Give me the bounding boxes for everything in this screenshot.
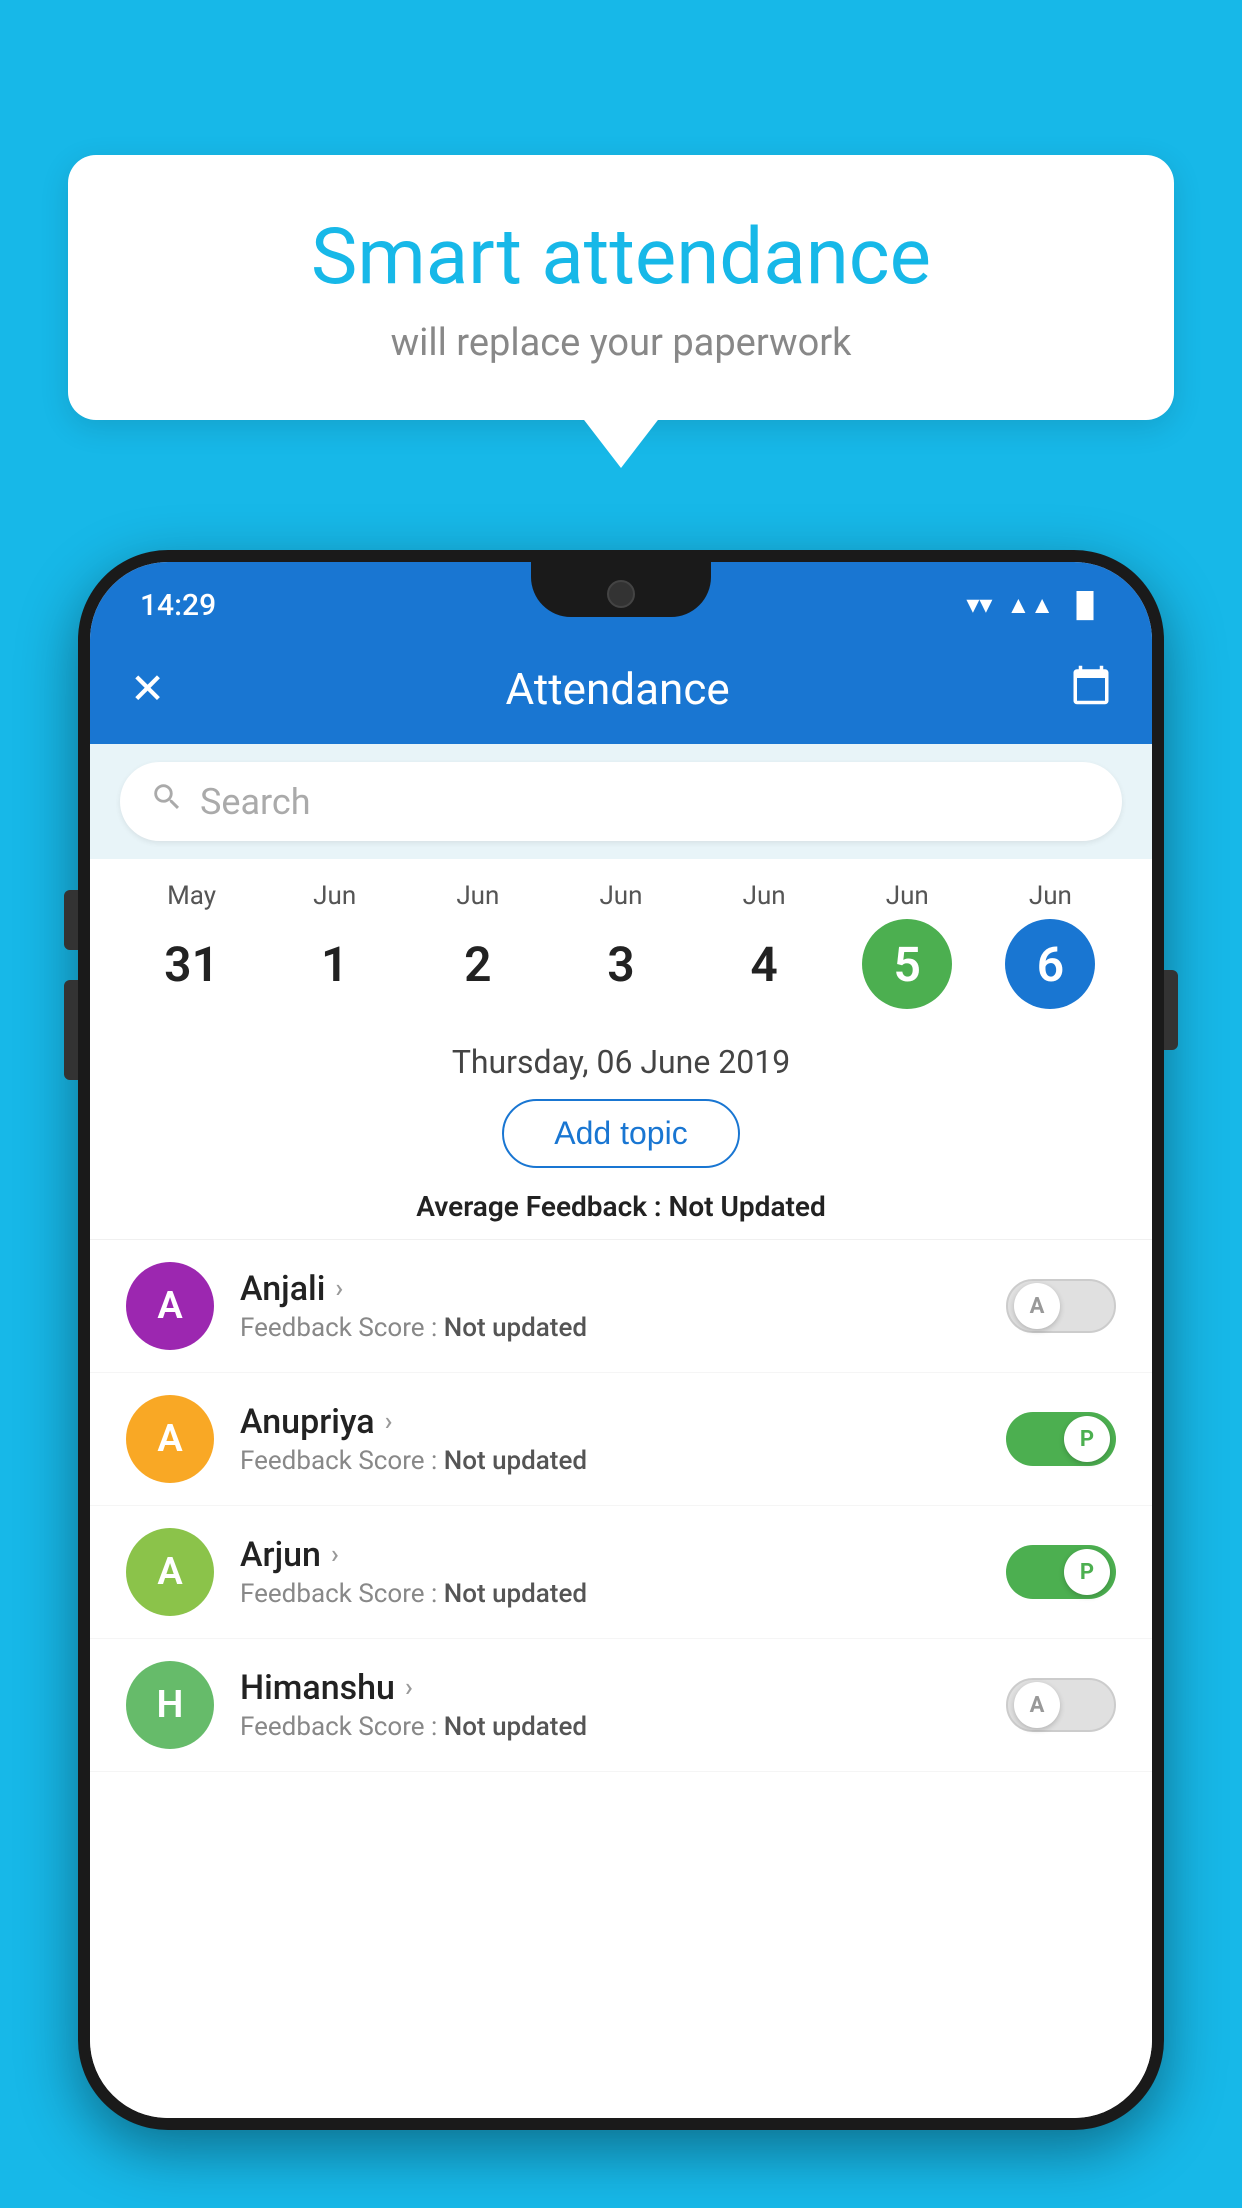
student-item[interactable]: A Arjun › Feedback Score : Not updated P <box>90 1506 1152 1639</box>
toggle-knob: A <box>1014 1283 1060 1329</box>
calendar-date-item[interactable]: Jun 1 <box>290 881 380 1009</box>
feedback-score: Feedback Score : Not updated <box>240 1446 980 1476</box>
toggle-knob: P <box>1064 1549 1110 1595</box>
power-button <box>1164 970 1178 1050</box>
bubble-subtitle: will replace your paperwork <box>118 321 1124 365</box>
month-label: Jun <box>886 881 929 911</box>
student-info: Anupriya › Feedback Score : Not updated <box>240 1402 980 1476</box>
search-container: Search <box>90 744 1152 859</box>
chevron-icon: › <box>335 1274 343 1304</box>
search-icon <box>150 780 184 823</box>
chevron-icon: › <box>405 1673 413 1703</box>
speech-bubble: Smart attendance will replace your paper… <box>68 155 1174 420</box>
attendance-toggle[interactable]: P <box>1006 1412 1116 1466</box>
day-number[interactable]: 3 <box>576 919 666 1009</box>
app-header: ✕ Attendance <box>90 634 1152 744</box>
avatar: H <box>126 1661 214 1749</box>
day-number[interactable]: 5 <box>862 919 952 1009</box>
wifi-icon: ▾▾ <box>966 590 992 620</box>
month-label: Jun <box>456 881 499 911</box>
feedback-score: Feedback Score : Not updated <box>240 1313 980 1343</box>
attendance-toggle[interactable]: P <box>1006 1545 1116 1599</box>
calendar-date-item[interactable]: May 31 <box>147 881 237 1009</box>
student-info: Anjali › Feedback Score : Not updated <box>240 1269 980 1343</box>
phone-notch <box>531 562 711 617</box>
feedback-score: Feedback Score : Not updated <box>240 1712 980 1742</box>
month-label: Jun <box>1029 881 1072 911</box>
day-number[interactable]: 31 <box>147 919 237 1009</box>
toggle-knob: P <box>1064 1416 1110 1462</box>
avatar: A <box>126 1262 214 1350</box>
day-number[interactable]: 2 <box>433 919 523 1009</box>
calendar-date-item[interactable]: Jun 3 <box>576 881 666 1009</box>
day-number[interactable]: 4 <box>719 919 809 1009</box>
status-time: 14:29 <box>140 588 216 623</box>
avatar: A <box>126 1395 214 1483</box>
avg-feedback: Average Feedback : Not Updated <box>120 1190 1122 1223</box>
add-topic-button[interactable]: Add topic <box>502 1099 739 1168</box>
avatar: A <box>126 1528 214 1616</box>
toggle-knob: A <box>1014 1682 1060 1728</box>
selected-date: Thursday, 06 June 2019 <box>120 1043 1122 1081</box>
status-icons: ▾▾ ▲▲ ▐▌ <box>966 590 1102 620</box>
volume-up-button <box>64 890 78 950</box>
chevron-icon: › <box>331 1540 339 1570</box>
month-label: Jun <box>743 881 786 911</box>
month-label: May <box>167 881 216 911</box>
student-name: Arjun › <box>240 1535 980 1575</box>
student-list: AAnjali ›Feedback Score : Not updatedAAA… <box>90 1240 1152 2118</box>
student-item[interactable]: A Anjali › Feedback Score : Not updated A <box>90 1240 1152 1373</box>
day-number[interactable]: 1 <box>290 919 380 1009</box>
chevron-icon: › <box>385 1407 393 1437</box>
calendar-strip: May 31 Jun 1 Jun 2 Jun 3 Jun 4 Jun 5 Jun 6 <box>90 859 1152 1019</box>
attendance-toggle[interactable]: A <box>1006 1279 1116 1333</box>
close-button[interactable]: ✕ <box>130 664 165 714</box>
student-name: Himanshu › <box>240 1668 980 1708</box>
calendar-date-item[interactable]: Jun 2 <box>433 881 523 1009</box>
phone-wrapper: 14:29 ▾▾ ▲▲ ▐▌ ✕ Attendance <box>78 550 1164 2208</box>
signal-icon: ▲▲ <box>1006 591 1054 620</box>
battery-icon: ▐▌ <box>1068 591 1102 620</box>
day-number[interactable]: 6 <box>1005 919 1095 1009</box>
student-name: Anupriya › <box>240 1402 980 1442</box>
student-item[interactable]: H Himanshu › Feedback Score : Not updated A <box>90 1639 1152 1772</box>
calendar-date-item[interactable]: Jun 6 <box>1005 881 1095 1009</box>
phone-screen: 14:29 ▾▾ ▲▲ ▐▌ ✕ Attendance <box>90 562 1152 2118</box>
student-name: Anjali › <box>240 1269 980 1309</box>
student-item[interactable]: A Anupriya › Feedback Score : Not updated P <box>90 1373 1152 1506</box>
student-info: Himanshu › Feedback Score : Not updated <box>240 1668 980 1742</box>
volume-down-button <box>64 980 78 1080</box>
calendar-icon[interactable] <box>1070 664 1112 715</box>
attendance-toggle[interactable]: A <box>1006 1678 1116 1732</box>
bubble-title: Smart attendance <box>118 215 1124 301</box>
search-input[interactable]: Search <box>200 781 311 823</box>
phone-frame: 14:29 ▾▾ ▲▲ ▐▌ ✕ Attendance <box>78 550 1164 2130</box>
student-info: Arjun › Feedback Score : Not updated <box>240 1535 980 1609</box>
header-title: Attendance <box>506 663 730 715</box>
month-label: Jun <box>313 881 356 911</box>
phone-camera <box>607 580 635 608</box>
calendar-date-item[interactable]: Jun 4 <box>719 881 809 1009</box>
month-label: Jun <box>599 881 642 911</box>
feedback-score: Feedback Score : Not updated <box>240 1579 980 1609</box>
date-info: Thursday, 06 June 2019 Add topic Average… <box>90 1019 1152 1240</box>
calendar-date-item[interactable]: Jun 5 <box>862 881 952 1009</box>
search-input-wrapper[interactable]: Search <box>120 762 1122 841</box>
